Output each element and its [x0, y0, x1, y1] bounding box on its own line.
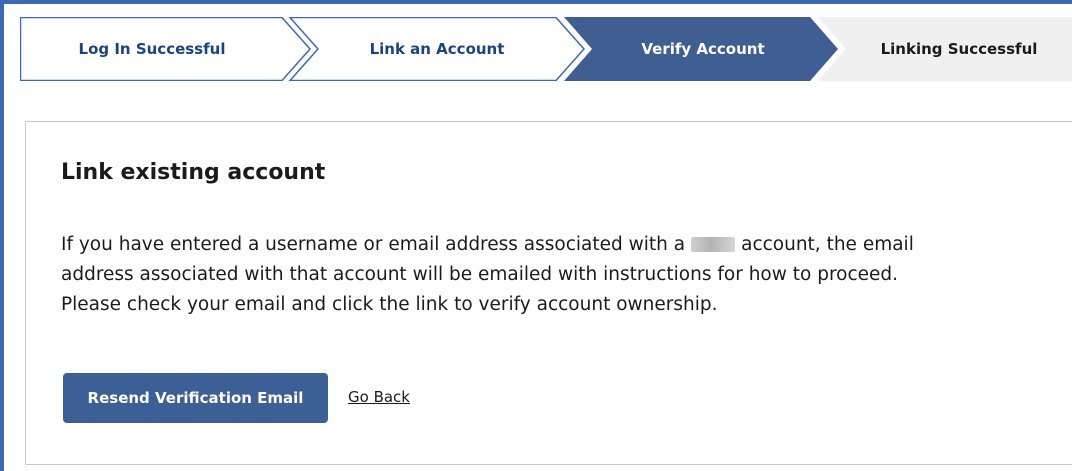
card-title: Link existing account — [61, 160, 326, 185]
step-link-an-account: Link an Account — [369, 40, 505, 58]
step-log-in-successful: Log In Successful — [78, 40, 226, 58]
progress-stepper: Log In Successful Link an Account Verify… — [20, 17, 1072, 81]
step-verify-account: Verify Account — [641, 40, 765, 58]
instructions-part-1: If you have entered a username or email … — [61, 234, 686, 255]
redacted-brand-name — [691, 237, 736, 252]
go-back-link[interactable]: Go Back — [348, 388, 410, 406]
step-linking-successful: Linking Successful — [880, 40, 1038, 58]
instructions-text: If you have entered a username or email … — [61, 230, 961, 320]
resend-verification-email-button[interactable]: Resend Verification Email — [63, 373, 328, 423]
link-account-card: Link existing account If you have entere… — [25, 121, 1072, 465]
